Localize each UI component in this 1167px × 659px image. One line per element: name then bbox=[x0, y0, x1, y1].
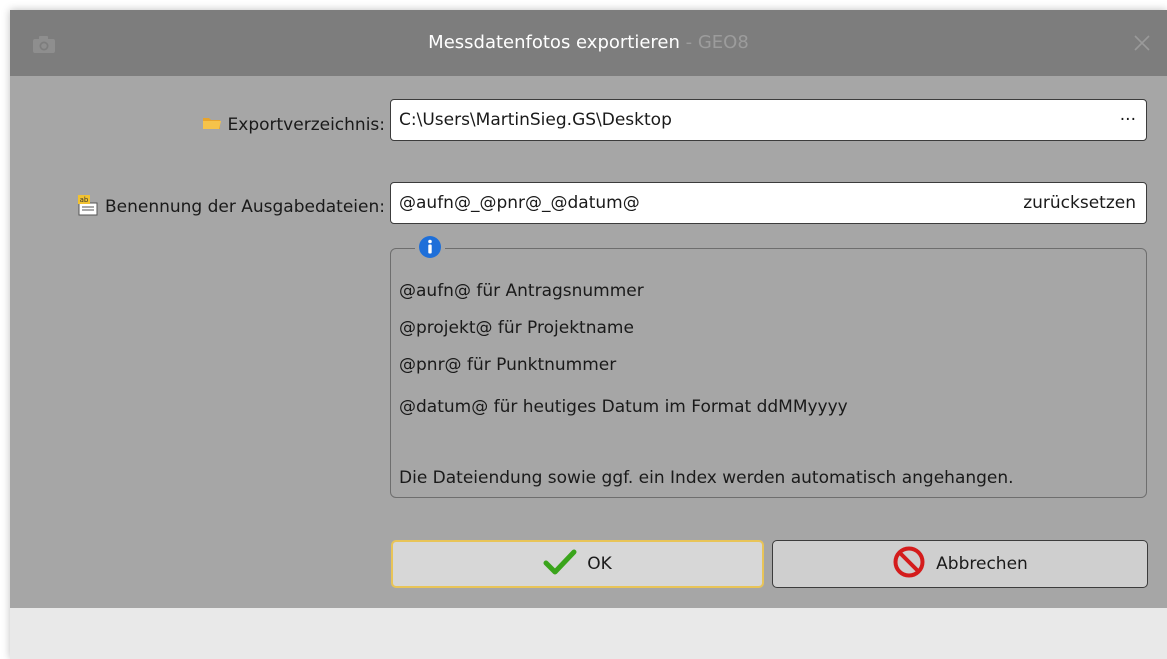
export-dialog: Messdatenfotos exportieren - GEO8 Export… bbox=[10, 10, 1167, 659]
browse-button[interactable]: ··· bbox=[1120, 110, 1146, 130]
prohibited-icon bbox=[892, 545, 926, 584]
checkmark-icon bbox=[543, 548, 577, 581]
reset-button[interactable]: zurücksetzen bbox=[1023, 193, 1146, 213]
title-bar: Messdatenfotos exportieren - GEO8 bbox=[10, 10, 1167, 76]
naming-field[interactable]: @aufn@_@pnr@_@datum@ zurücksetzen bbox=[390, 182, 1147, 224]
cancel-button[interactable]: Abbrechen bbox=[772, 540, 1148, 588]
export-dir-value[interactable]: C:\Users\MartinSieg.GS\Desktop bbox=[391, 110, 1120, 130]
status-bar bbox=[10, 608, 1167, 659]
close-icon[interactable] bbox=[1131, 32, 1153, 54]
cancel-button-label: Abbrechen bbox=[936, 554, 1028, 574]
naming-input[interactable]: @aufn@_@pnr@_@datum@ bbox=[391, 193, 1023, 213]
svg-text:ab: ab bbox=[80, 196, 89, 204]
info-line-pnr: @pnr@ für Punktnummer bbox=[399, 355, 617, 375]
info-icon bbox=[415, 232, 445, 262]
ok-button-label: OK bbox=[587, 554, 612, 574]
info-line-projekt: @projekt@ für Projektname bbox=[399, 318, 634, 338]
export-dir-field[interactable]: C:\Users\MartinSieg.GS\Desktop ··· bbox=[390, 99, 1147, 141]
folder-icon bbox=[202, 115, 222, 136]
rename-field-icon: ab bbox=[77, 194, 99, 221]
window-title: Messdatenfotos exportieren - GEO8 bbox=[10, 10, 1167, 76]
window-title-suffix: - GEO8 bbox=[679, 32, 749, 53]
ok-button[interactable]: OK bbox=[391, 540, 764, 588]
export-dir-label-text: Exportverzeichnis: bbox=[227, 115, 385, 135]
naming-label: ab Benennung der Ausgabedateien: bbox=[77, 186, 385, 228]
info-line-aufn: @aufn@ für Antragsnummer bbox=[399, 281, 644, 301]
info-line-note: Die Dateiendung sowie ggf. ein Index wer… bbox=[399, 468, 1014, 488]
export-dir-label: Exportverzeichnis: bbox=[202, 104, 385, 146]
window-title-text: Messdatenfotos exportieren bbox=[428, 32, 680, 53]
info-line-datum: @datum@ für heutiges Datum im Format ddM… bbox=[399, 397, 848, 417]
naming-label-text: Benennung der Ausgabedateien: bbox=[104, 197, 385, 217]
